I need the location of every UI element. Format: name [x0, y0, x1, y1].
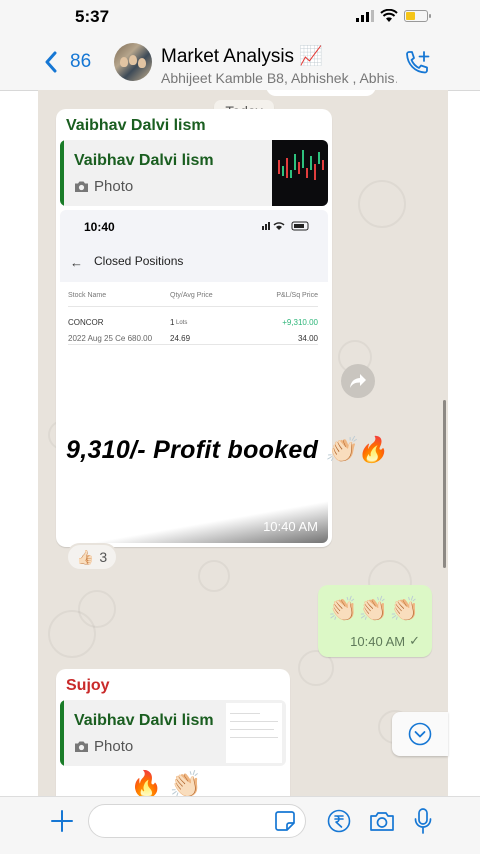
row-stock: CONCOR — [68, 318, 104, 327]
sticker-icon[interactable] — [274, 810, 296, 832]
camera-icon[interactable] — [369, 810, 395, 832]
row-avg-price: 24.69 — [170, 334, 191, 343]
row-qty-unit: Lots — [176, 320, 188, 326]
incoming-message-reply[interactable]: Sujoy Vaibhav Dalvi lism Photo 🔥 👏🏻 — [56, 669, 290, 809]
scroll-to-bottom-button[interactable] — [392, 712, 448, 756]
add-call-icon[interactable] — [403, 50, 431, 76]
reaction-badge[interactable]: 👍🏻 3 — [66, 543, 118, 571]
quoted-photo-thumbnail — [226, 703, 282, 763]
photo-attachment[interactable]: 10:40 ← Closed Positions Stock Name Qty/… — [60, 210, 328, 543]
quoted-sender: Vaibhav Dalvi lism — [74, 152, 214, 169]
group-title: Market Analysis 📈 — [161, 46, 323, 67]
row-contract: 2022 Aug 25 Ce 680.00 — [68, 334, 153, 343]
message-composer — [0, 796, 480, 854]
quoted-sender: Vaibhav Dalvi lism — [74, 712, 214, 729]
forward-button[interactable] — [341, 364, 375, 398]
battery-icon — [404, 10, 431, 22]
screenshot-back-icon: ← — [70, 255, 83, 270]
screenshot-status-icons — [262, 221, 309, 231]
reaction-emoji: 👍🏻 — [76, 548, 95, 565]
row-pnl: +9,310.00 — [282, 318, 318, 327]
status-bar: 5:37 — [0, 0, 480, 34]
sender-name[interactable]: Vaibhav Dalvi lism — [66, 117, 206, 135]
quoted-message[interactable]: Vaibhav Dalvi lism Photo — [60, 140, 328, 206]
group-members: Abhijeet Kamble B8, Abhishek , Abhis… — [161, 70, 397, 86]
rupee-payment-icon[interactable] — [327, 809, 351, 833]
scrollbar[interactable] — [443, 400, 446, 568]
chevron-left-icon — [45, 51, 57, 73]
back-button[interactable]: 86 — [44, 51, 91, 73]
column-qty-avg: Qty/Avg Price — [170, 292, 213, 299]
microphone-icon[interactable] — [413, 807, 433, 835]
reaction-count: 3 — [99, 549, 108, 565]
chat-header: 86 Market Analysis 📈 Abhijeet Kamble B8,… — [0, 34, 480, 91]
camera-small-icon — [75, 741, 88, 752]
screenshot-time: 10:40 — [84, 220, 115, 234]
caption-overlay-text: 9,310/- Profit booked 👏🏻🔥 — [66, 436, 389, 464]
quoted-photo-thumbnail — [272, 140, 328, 206]
quoted-message[interactable]: Vaibhav Dalvi lism Photo — [60, 700, 286, 766]
status-time: 5:37 — [75, 7, 110, 26]
column-stock-name: Stock Name — [68, 292, 107, 299]
wifi-icon — [380, 9, 398, 22]
forward-icon — [350, 374, 366, 388]
outgoing-message[interactable]: 👏🏻👏🏻👏🏻 10:40 AM ✓ — [318, 585, 432, 657]
sender-name[interactable]: Sujoy — [66, 677, 110, 695]
quoted-type: Photo — [94, 738, 134, 755]
incoming-message-photo[interactable]: Vaibhav Dalvi lism Vaibhav Dalvi lism Ph… — [56, 109, 332, 547]
row-sq-price: 34.00 — [297, 334, 318, 343]
chevron-down-circle-icon — [408, 722, 432, 746]
row-qty: 1 — [170, 318, 175, 327]
group-avatar[interactable] — [114, 43, 152, 81]
plus-icon[interactable] — [50, 809, 74, 833]
signal-icon — [356, 10, 374, 22]
quoted-type: Photo — [94, 178, 134, 195]
previous-message: … — [266, 90, 376, 96]
message-timestamp: 10:40 AM — [350, 633, 406, 649]
sent-check-icon: ✓ — [409, 633, 420, 648]
column-pnl: P&L/Sq Price — [276, 292, 318, 299]
camera-small-icon — [75, 181, 88, 192]
message-text: 👏🏻👏🏻👏🏻 — [328, 596, 421, 623]
group-info[interactable]: Market Analysis 📈 Abhijeet Kamble B8, Ab… — [161, 44, 397, 86]
unread-count: 86 — [70, 51, 92, 72]
screenshot-title: Closed Positions — [94, 254, 184, 268]
message-timestamp: 10:40 AM — [263, 519, 318, 534]
